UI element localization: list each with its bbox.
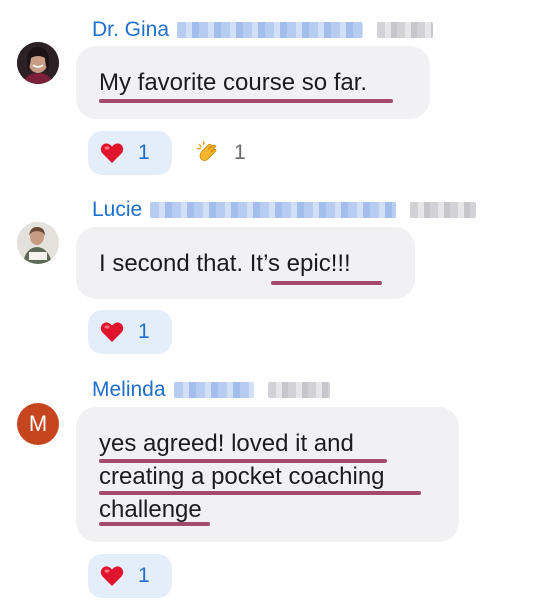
heart-emoji-icon [100, 141, 124, 165]
heart-emoji-icon [100, 564, 124, 588]
redacted-timestamp [377, 22, 434, 38]
reaction-heart[interactable]: 1 [88, 131, 172, 175]
highlight-underline [99, 459, 387, 463]
author-name[interactable]: Dr. Gina [92, 17, 169, 43]
message-text: My favorite course so far. [99, 69, 368, 96]
redacted-timestamp [267, 382, 330, 398]
redacted-surname [177, 22, 364, 38]
reaction-clap[interactable]: 1 [184, 131, 262, 175]
author-row: Melinda [92, 377, 330, 403]
avatar[interactable] [17, 42, 59, 84]
highlight-underline [99, 99, 393, 103]
reaction-count: 1 [138, 320, 150, 343]
message-bubble[interactable]: I second that. It’s epic!!! [76, 227, 415, 299]
message-text-line: creating a pocket coaching [99, 463, 385, 490]
reaction-count: 1 [138, 141, 150, 164]
redacted-surname [173, 382, 254, 398]
avatar[interactable] [17, 222, 59, 264]
redacted-surname [150, 202, 397, 218]
message-bubble[interactable]: My favorite course so far. [76, 46, 430, 119]
reaction-count: 1 [138, 564, 150, 587]
author-name[interactable]: Melinda [92, 377, 166, 403]
heart-emoji-icon [100, 320, 124, 344]
clapping-hands-emoji-icon [196, 141, 220, 165]
author-name[interactable]: Lucie [92, 197, 142, 223]
avatar[interactable]: M [17, 403, 59, 445]
reaction-heart[interactable]: 1 [88, 554, 172, 598]
highlight-underline [271, 281, 382, 285]
highlight-underline [99, 491, 421, 495]
avatar-photo [17, 42, 59, 84]
avatar-initial: M [28, 411, 48, 436]
avatar-photo [17, 222, 59, 264]
message-text-line: yes agreed! loved it and [99, 430, 354, 457]
redacted-timestamp [410, 202, 477, 218]
highlight-underline [99, 522, 210, 526]
author-row: Dr. Gina [92, 17, 434, 43]
reaction-count: 1 [234, 141, 246, 164]
reaction-heart[interactable]: 1 [88, 310, 172, 354]
message-text: I second that. It’s epic!!! [99, 250, 351, 277]
author-row: Lucie [92, 197, 477, 223]
